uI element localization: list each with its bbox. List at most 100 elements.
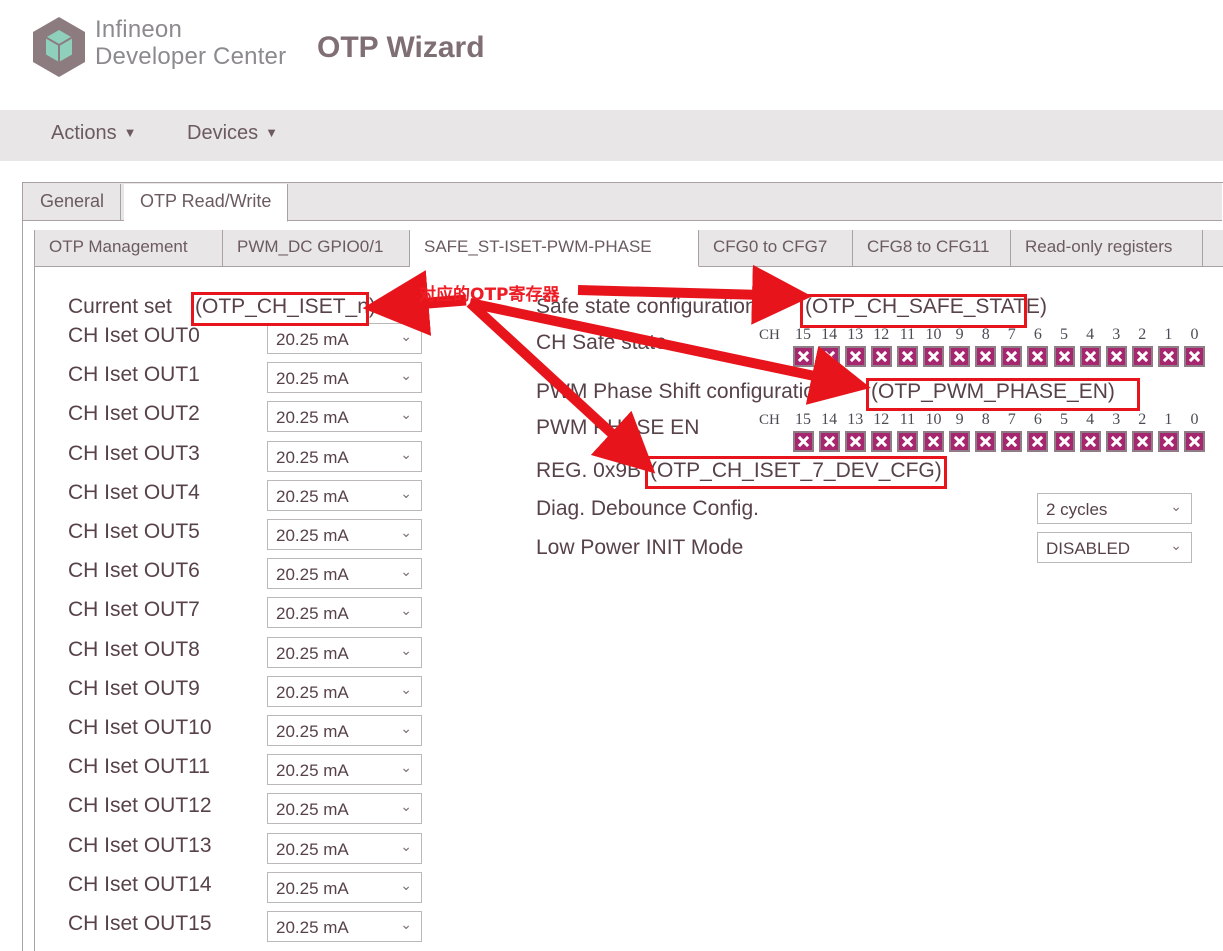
- channel-iset-select[interactable]: 20.25 mA ⌄: [267, 871, 422, 903]
- bit-checkbox[interactable]: [975, 346, 997, 367]
- channel-iset-value: 20.25 mA: [276, 839, 349, 859]
- tab-general[interactable]: General: [24, 184, 122, 221]
- channel-iset-select[interactable]: 20.25 mA ⌄: [267, 558, 422, 590]
- channel-iset-value: 20.25 mA: [276, 918, 349, 937]
- current-set-register-name: (OTP_CH_ISET_n): [195, 295, 376, 318]
- bit-checkbox[interactable]: [818, 346, 840, 367]
- bit-checkbox[interactable]: [975, 431, 997, 452]
- bit-checkbox[interactable]: [1157, 346, 1179, 367]
- chevron-down-icon: ⌄: [400, 484, 412, 501]
- tab-safe-st-iset-pwm-phase[interactable]: SAFE_ST-ISET-PWM-PHASE: [410, 230, 699, 267]
- bit-index-label: 1: [1164, 326, 1173, 343]
- bit-index-label: 1: [1164, 411, 1173, 428]
- chevron-down-icon: ⌄: [400, 641, 412, 658]
- bit-checkbox[interactable]: [844, 431, 866, 452]
- bit-checkbox[interactable]: [1131, 346, 1153, 367]
- bit-checkbox[interactable]: [1105, 346, 1127, 367]
- bit-index-label: 14: [821, 411, 838, 428]
- bit-checkbox[interactable]: [1027, 346, 1049, 367]
- diag-debounce-select[interactable]: 2 cycles ⌄: [1037, 493, 1192, 524]
- tab-pwm-dc-gpio[interactable]: PWM_DC GPIO0/1: [223, 230, 410, 266]
- menu-item-devices-label: Devices: [187, 122, 259, 144]
- bit-checkbox[interactable]: [1131, 431, 1153, 452]
- low-power-init-select[interactable]: DISABLED ⌄: [1037, 532, 1192, 563]
- channel-iset-select[interactable]: 20.25 mA ⌄: [267, 323, 422, 354]
- bit-checkbox[interactable]: [1079, 431, 1101, 452]
- bit-checkbox[interactable]: [1184, 431, 1205, 452]
- bit-checkbox[interactable]: [923, 346, 944, 367]
- channel-iset-select[interactable]: 20.25 mA ⌄: [267, 440, 422, 472]
- tab-overflow[interactable]: [1203, 230, 1223, 266]
- bit-checkbox[interactable]: [1079, 346, 1101, 367]
- channel-iset-select[interactable]: 20.25 mA ⌄: [267, 911, 422, 942]
- bit-index-label: 12: [873, 326, 890, 343]
- tab-cfg8-to-cfg11[interactable]: CFG8 to CFG11: [853, 230, 1011, 266]
- tab-otp-read-write[interactable]: OTP Read/Write: [124, 184, 289, 222]
- bit-checkbox[interactable]: [870, 431, 892, 452]
- menu-item-actions[interactable]: Actions ▼: [51, 122, 136, 145]
- channel-iset-select[interactable]: 20.25 mA ⌄: [267, 793, 422, 825]
- bit-checkbox[interactable]: [949, 431, 971, 452]
- channel-iset-select[interactable]: 20.25 mA ⌄: [267, 754, 422, 786]
- bit-checkbox[interactable]: [1105, 431, 1127, 452]
- channel-iset-label: CH Iset OUT8: [68, 637, 200, 661]
- channel-iset-label: CH Iset OUT12: [68, 794, 212, 818]
- bit-index-label: 8: [981, 411, 990, 428]
- bit-index-label: 2: [1138, 326, 1147, 343]
- bit-checkbox[interactable]: [1001, 346, 1023, 367]
- bit-checkbox[interactable]: [923, 431, 944, 452]
- bit-checkbox[interactable]: [896, 431, 918, 452]
- bit-checkbox[interactable]: [1184, 346, 1205, 367]
- bit-checkbox[interactable]: [949, 346, 971, 367]
- bit-index-label: 10: [925, 411, 942, 428]
- bit-index-label: 11: [899, 326, 916, 343]
- bit-checkbox[interactable]: [1053, 431, 1075, 452]
- tab-cfg0-to-cfg7[interactable]: CFG0 to CFG7: [699, 230, 853, 266]
- channel-iset-select[interactable]: 20.25 mA ⌄: [267, 675, 422, 707]
- channel-iset-value: 20.25 mA: [276, 722, 349, 741]
- chevron-down-icon: ⌄: [400, 445, 412, 462]
- bit-index-label: 10: [925, 326, 942, 343]
- chevron-down-icon: ⌄: [400, 876, 412, 893]
- chevron-down-icon: ⌄: [400, 837, 412, 854]
- channel-iset-value: 20.25 mA: [276, 643, 349, 663]
- channel-iset-label: CH Iset OUT4: [68, 480, 200, 504]
- chevron-down-icon: ⌄: [1170, 537, 1182, 553]
- tab-read-only-registers[interactable]: Read-only registers: [1011, 230, 1203, 266]
- bit-checkbox[interactable]: [896, 346, 918, 367]
- channel-iset-select[interactable]: 20.25 mA ⌄: [267, 479, 422, 511]
- channel-iset-select[interactable]: 20.25 mA ⌄: [267, 519, 422, 550]
- bit-index-label: 0: [1190, 326, 1199, 343]
- bit-index-label: 11: [899, 411, 916, 428]
- bit-checkbox[interactable]: [818, 431, 840, 452]
- bit-checkbox[interactable]: [792, 346, 814, 367]
- inner-tab-panel: OTP Management PWM_DC GPIO0/1 SAFE_ST-IS…: [34, 230, 1223, 951]
- pwm-phase-register-name: (OTP_PWM_PHASE_EN): [871, 380, 1115, 403]
- bit-checkbox[interactable]: [1001, 431, 1023, 452]
- bit-checkbox[interactable]: [1053, 346, 1075, 367]
- outer-tab-strip: General OTP Read/Write: [23, 183, 1222, 222]
- bit-checkbox[interactable]: [870, 346, 892, 367]
- channel-iset-select[interactable]: 20.25 mA ⌄: [267, 715, 422, 746]
- bit-checkbox[interactable]: [792, 431, 814, 452]
- brand-line-2: Developer Center: [95, 42, 287, 70]
- bit-index-label: 9: [955, 326, 964, 343]
- chevron-down-icon: ⌄: [400, 720, 412, 736]
- pwm-phase-heading: PWM Phase Shift configuration: [536, 380, 827, 403]
- chevron-down-icon: ⌄: [400, 798, 412, 815]
- channel-iset-select[interactable]: 20.25 mA ⌄: [267, 832, 422, 864]
- bit-checkbox[interactable]: [1157, 431, 1179, 452]
- channel-iset-value: 20.25 mA: [276, 878, 349, 898]
- bit-checkbox[interactable]: [844, 346, 866, 367]
- bit-checkbox[interactable]: [1027, 431, 1049, 452]
- channel-iset-select[interactable]: 20.25 mA ⌄: [267, 362, 422, 394]
- channel-iset-select[interactable]: 20.25 mA ⌄: [267, 597, 422, 629]
- bit-index-label: 5: [1060, 326, 1068, 343]
- tab-otp-management[interactable]: OTP Management: [35, 230, 223, 266]
- channel-iset-value: 20.25 mA: [276, 682, 349, 702]
- channel-iset-select[interactable]: 20.25 mA ⌄: [267, 401, 422, 433]
- channel-iset-select[interactable]: 20.25 mA ⌄: [267, 636, 422, 668]
- bit-index-label: 12: [873, 411, 890, 428]
- safe-state-heading: Safe state configuration: [536, 295, 757, 318]
- menu-item-devices[interactable]: Devices ▼: [187, 122, 278, 145]
